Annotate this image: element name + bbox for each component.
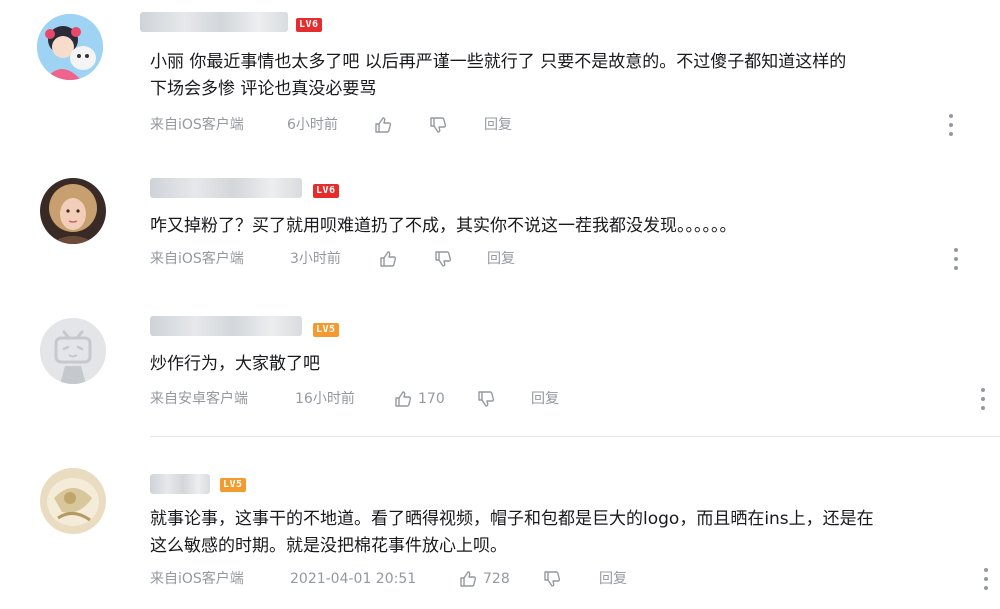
thumbs-down-icon[interactable] bbox=[477, 390, 495, 408]
timestamp: 16小时前 bbox=[295, 391, 355, 407]
comment-line: 这么敏感的时期。就是没把棉花事件放心上呗。 bbox=[150, 536, 507, 556]
avatar[interactable] bbox=[40, 178, 106, 244]
timestamp: 3小时前 bbox=[290, 251, 341, 267]
comment-line: 炒作行为，大家散了吧 bbox=[150, 354, 320, 374]
comment-text: 小丽 你最近事情也太多了吧 以后再严谨一些就行了 只要不是故意的。不过傻子都知道… bbox=[150, 49, 846, 103]
avatar[interactable] bbox=[40, 468, 106, 534]
comment-item: LV6 小丽 你最近事情也太多了吧 以后再严谨一些就行了 只要不是故意的。不过傻… bbox=[0, 0, 1000, 150]
source-label: 来自iOS客户端 bbox=[150, 117, 244, 133]
divider bbox=[150, 436, 1000, 437]
timestamp: 2021-04-01 20:51 bbox=[290, 571, 417, 587]
thumbs-down-icon[interactable] bbox=[429, 116, 447, 134]
reply-button[interactable]: 回复 bbox=[484, 114, 512, 136]
thumbs-up-icon[interactable] bbox=[379, 250, 397, 268]
comment-line: 下场会多惨 评论也真没必要骂 bbox=[150, 79, 377, 99]
avatar[interactable] bbox=[40, 318, 106, 384]
comment-item: LV6 咋又掉粉了？买了就用呗难道扔了不成，其实你不说这一茬我都没发现。。。。。… bbox=[0, 170, 1000, 290]
more-options-icon[interactable] bbox=[979, 388, 987, 410]
comment-meta: 来自安卓客户端 16小时前 170 回复 bbox=[150, 388, 990, 410]
comment-meta: 来自iOS客户端 2021-04-01 20:51 728 回复 bbox=[150, 568, 990, 590]
comment-item: LV5 就事论事，这事干的不地道。看了晒得视频，帽子和包都是巨大的logo，而且… bbox=[0, 460, 1000, 609]
username-blurred[interactable] bbox=[150, 178, 302, 198]
avatar[interactable] bbox=[37, 14, 103, 80]
more-options-icon[interactable] bbox=[947, 114, 955, 136]
comment-meta: 来自iOS客户端 6小时前 回复 bbox=[150, 114, 990, 136]
level-badge: LV5 bbox=[313, 323, 339, 337]
comment-meta: 来自iOS客户端 3小时前 回复 bbox=[150, 248, 990, 270]
thumbs-up-icon[interactable] bbox=[459, 570, 477, 588]
timestamp: 6小时前 bbox=[287, 117, 338, 133]
thumbs-down-icon[interactable] bbox=[434, 250, 452, 268]
more-options-icon[interactable] bbox=[952, 248, 960, 270]
comment-line: 咋又掉粉了？买了就用呗难道扔了不成，其实你不说这一茬我都没发现。。。。。。 bbox=[150, 216, 737, 236]
comment-item: LV5 炒作行为，大家散了吧 来自安卓客户端 16小时前 170 回复 bbox=[0, 310, 1000, 430]
thumbs-up-icon[interactable] bbox=[374, 116, 392, 134]
source-label: 来自iOS客户端 bbox=[150, 251, 244, 267]
username-blurred[interactable] bbox=[140, 12, 288, 32]
comment-text: 咋又掉粉了？买了就用呗难道扔了不成，其实你不说这一茬我都没发现。。。。。。 bbox=[150, 213, 737, 240]
reply-button[interactable]: 回复 bbox=[599, 568, 627, 590]
reply-button[interactable]: 回复 bbox=[487, 248, 515, 270]
level-badge: LV6 bbox=[296, 18, 322, 32]
level-badge: LV6 bbox=[313, 184, 339, 198]
like-count: 170 bbox=[418, 391, 445, 407]
comment-line: 就事论事，这事干的不地道。看了晒得视频，帽子和包都是巨大的logo，而且晒在in… bbox=[150, 509, 874, 529]
thumbs-up-icon[interactable] bbox=[394, 390, 412, 408]
username-blurred[interactable] bbox=[150, 316, 302, 336]
comment-text: 就事论事，这事干的不地道。看了晒得视频，帽子和包都是巨大的logo，而且晒在in… bbox=[150, 506, 874, 560]
source-label: 来自安卓客户端 bbox=[150, 391, 248, 407]
more-options-icon[interactable] bbox=[982, 568, 990, 590]
reply-button[interactable]: 回复 bbox=[531, 388, 559, 410]
level-badge: LV5 bbox=[220, 478, 246, 492]
source-label: 来自iOS客户端 bbox=[150, 571, 244, 587]
comment-text: 炒作行为，大家散了吧 bbox=[150, 351, 320, 378]
username-blurred[interactable] bbox=[150, 474, 210, 494]
comment-line: 小丽 你最近事情也太多了吧 以后再严谨一些就行了 只要不是故意的。不过傻子都知道… bbox=[150, 52, 847, 72]
like-count: 728 bbox=[483, 571, 510, 587]
thumbs-down-icon[interactable] bbox=[543, 570, 561, 588]
